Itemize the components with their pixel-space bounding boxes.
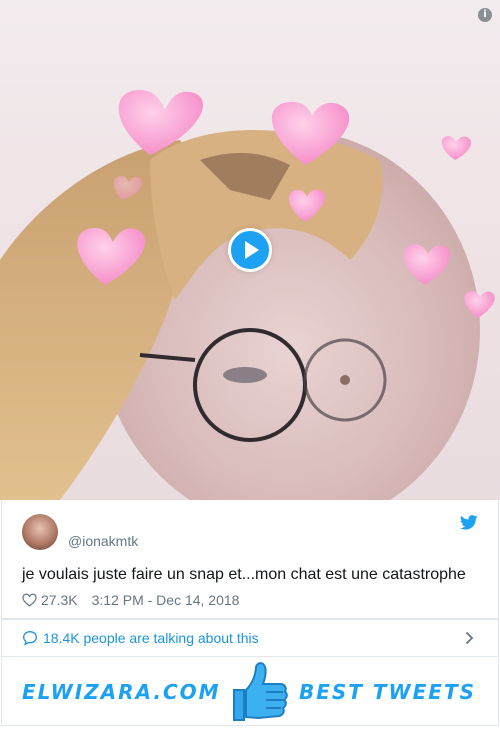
tweet-timestamp[interactable]: 3:12 PM - Dec 14, 2018 bbox=[92, 592, 240, 608]
chevron-right-icon[interactable] bbox=[465, 631, 474, 645]
heart-icon[interactable] bbox=[22, 593, 37, 607]
info-icon[interactable]: i bbox=[478, 8, 492, 22]
comment-icon bbox=[22, 630, 38, 646]
play-icon bbox=[245, 241, 259, 259]
conversation-text[interactable]: 18.4K people are talking about this bbox=[43, 630, 259, 646]
tweet-media[interactable]: i bbox=[0, 0, 500, 500]
avatar[interactable] bbox=[22, 514, 58, 550]
user-handle[interactable]: @ionakmtk bbox=[68, 533, 138, 549]
promo-banner[interactable]: ELWIZARA.COM BEST TWEETS bbox=[1, 658, 499, 726]
tweet-card[interactable]: @ionakmtk je voulais juste faire un snap… bbox=[1, 500, 499, 619]
site-name[interactable]: ELWIZARA.COM bbox=[22, 680, 221, 704]
thumbs-up-icon bbox=[233, 662, 288, 721]
tweet-text: je voulais juste faire un snap et...mon … bbox=[22, 566, 466, 583]
like-count[interactable]: 27.3K bbox=[41, 592, 78, 608]
tagline: BEST TWEETS bbox=[299, 680, 476, 704]
twitter-icon[interactable] bbox=[460, 515, 478, 530]
tweet-meta: 27.3K 3:12 PM - Dec 14, 2018 bbox=[22, 592, 239, 608]
play-button[interactable] bbox=[228, 228, 272, 272]
conversation-link[interactable]: 18.4K people are talking about this bbox=[1, 619, 499, 657]
